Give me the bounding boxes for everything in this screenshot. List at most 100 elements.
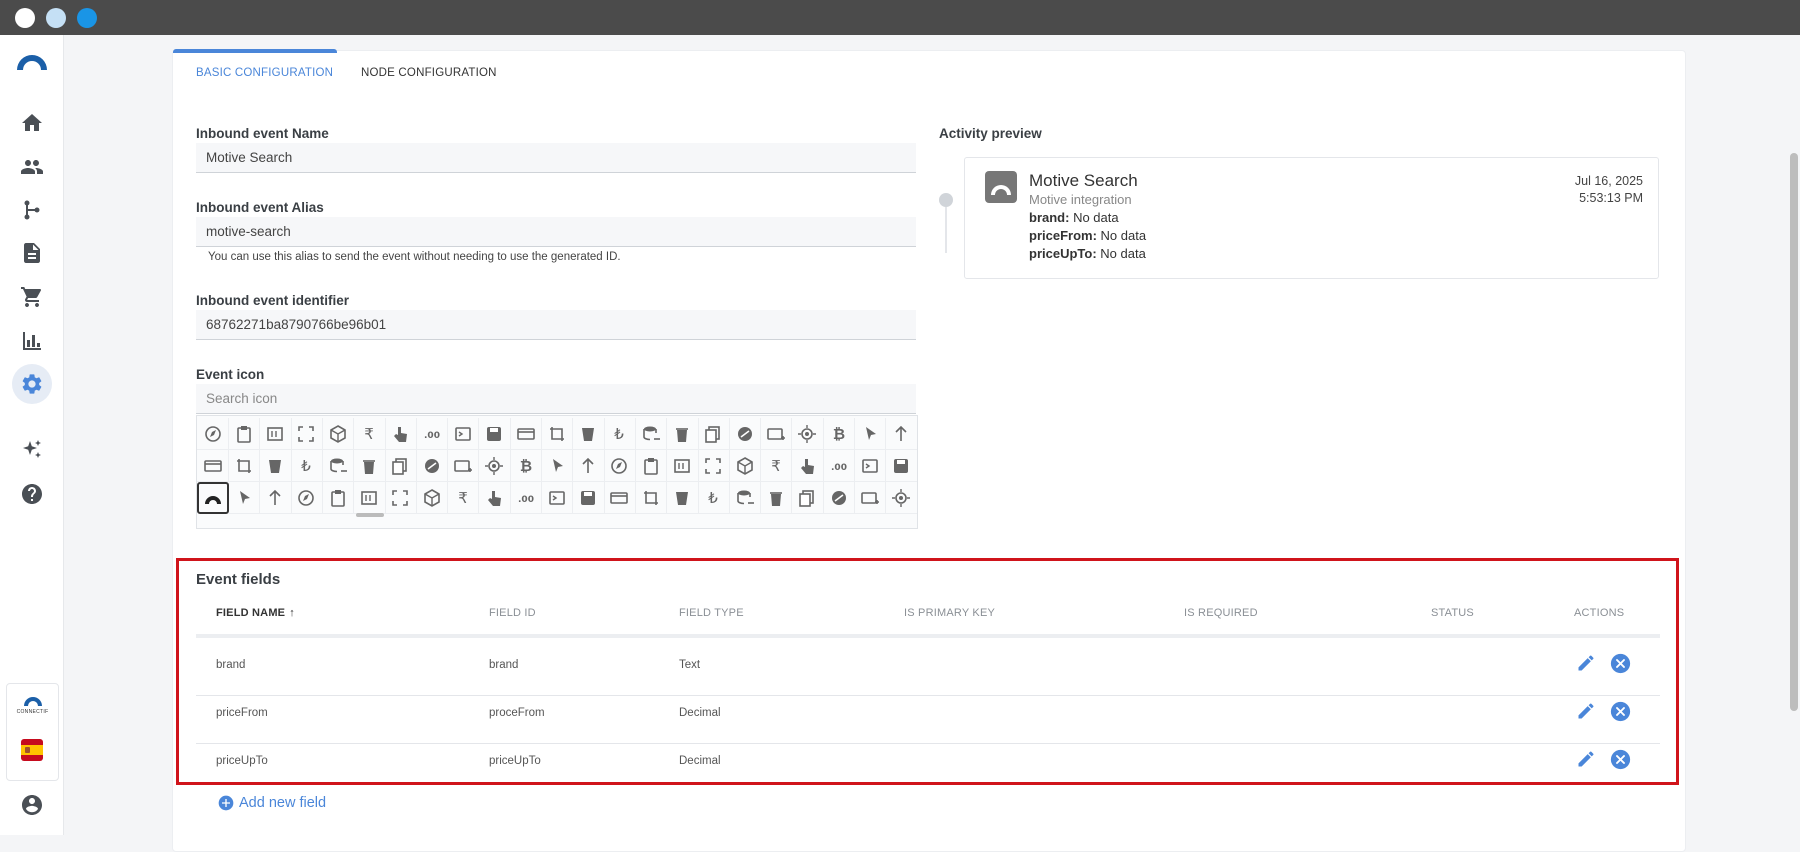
icon-option[interactable]: ₿ bbox=[510, 450, 542, 482]
icon-option[interactable] bbox=[322, 418, 355, 450]
event-name-input[interactable]: Motive Search bbox=[196, 143, 916, 173]
edit-field-icon[interactable] bbox=[1575, 652, 1597, 674]
icon-option[interactable]: ₺ bbox=[603, 418, 636, 450]
sparkle-icon[interactable] bbox=[17, 435, 47, 465]
icon-option[interactable] bbox=[572, 450, 605, 482]
brand-switcher[interactable]: CONNECTIF bbox=[6, 683, 59, 781]
icon-option[interactable] bbox=[478, 450, 511, 482]
icon-option[interactable] bbox=[572, 418, 605, 450]
edit-field-icon[interactable] bbox=[1575, 700, 1597, 722]
users-icon[interactable] bbox=[17, 152, 47, 182]
icon-option[interactable] bbox=[259, 450, 292, 482]
gear-icon[interactable] bbox=[12, 364, 52, 404]
tab-basic-configuration[interactable]: Basic configuration bbox=[196, 67, 333, 79]
event-identifier-input[interactable]: 68762271ba8790766be96b01 bbox=[196, 310, 916, 340]
cart-icon[interactable] bbox=[17, 282, 47, 312]
window-close-dot[interactable] bbox=[15, 8, 35, 28]
icon-option[interactable] bbox=[353, 482, 386, 514]
icon-option[interactable]: .00 bbox=[823, 450, 855, 482]
icon-option[interactable] bbox=[885, 418, 917, 450]
window-maximize-dot[interactable] bbox=[77, 8, 97, 28]
icon-option[interactable] bbox=[197, 450, 229, 482]
icon-option[interactable] bbox=[791, 450, 824, 482]
column-field-name[interactable]: Field name ↑ bbox=[216, 607, 295, 619]
icon-option[interactable] bbox=[885, 482, 917, 514]
icon-option[interactable] bbox=[510, 418, 542, 450]
column-is-primary-key[interactable]: Is primary key bbox=[904, 607, 995, 619]
icon-option[interactable] bbox=[666, 418, 699, 450]
icon-option[interactable]: ₺ bbox=[697, 482, 730, 514]
chart-icon[interactable] bbox=[17, 326, 47, 356]
grid-resize-handle[interactable] bbox=[356, 513, 384, 517]
icon-option[interactable] bbox=[854, 450, 887, 482]
icon-option[interactable] bbox=[666, 450, 699, 482]
icon-option[interactable] bbox=[541, 418, 574, 450]
icon-option[interactable] bbox=[478, 418, 511, 450]
event-alias-input[interactable]: motive-search bbox=[196, 217, 916, 247]
delete-field-icon[interactable] bbox=[1609, 748, 1631, 770]
icon-option[interactable] bbox=[697, 418, 730, 450]
icon-option[interactable] bbox=[791, 482, 824, 514]
icon-option[interactable] bbox=[760, 418, 793, 450]
delete-field-icon[interactable] bbox=[1609, 700, 1631, 722]
icon-option[interactable] bbox=[259, 418, 292, 450]
icon-option[interactable] bbox=[729, 418, 762, 450]
icon-option[interactable] bbox=[603, 450, 636, 482]
add-new-field-button[interactable]: Add new field bbox=[218, 795, 326, 811]
icon-option[interactable] bbox=[478, 482, 511, 514]
icon-option[interactable] bbox=[290, 418, 323, 450]
icon-option[interactable] bbox=[635, 450, 668, 482]
icon-option[interactable] bbox=[885, 450, 917, 482]
icon-option[interactable] bbox=[197, 418, 229, 450]
icon-option[interactable] bbox=[322, 482, 355, 514]
icon-option[interactable] bbox=[416, 450, 449, 482]
icon-option[interactable] bbox=[228, 482, 261, 514]
icon-option[interactable] bbox=[259, 482, 292, 514]
home-icon[interactable] bbox=[17, 108, 47, 138]
icon-option[interactable] bbox=[353, 450, 386, 482]
icon-option[interactable] bbox=[760, 482, 793, 514]
icon-option[interactable] bbox=[447, 418, 480, 450]
edit-field-icon[interactable] bbox=[1575, 748, 1597, 770]
icon-option[interactable]: ₹ bbox=[353, 418, 386, 450]
icon-option[interactable] bbox=[729, 482, 762, 514]
column-field-id[interactable]: Field ID bbox=[489, 607, 536, 619]
icon-search-input[interactable]: Search icon bbox=[196, 384, 916, 414]
help-icon[interactable] bbox=[17, 479, 47, 509]
icon-option[interactable]: .00 bbox=[416, 418, 449, 450]
icon-option[interactable] bbox=[572, 482, 605, 514]
icon-option[interactable] bbox=[603, 482, 636, 514]
icon-option[interactable] bbox=[666, 482, 699, 514]
icon-option[interactable] bbox=[823, 482, 855, 514]
spain-flag-icon[interactable] bbox=[21, 739, 43, 761]
icon-option[interactable] bbox=[635, 418, 668, 450]
icon-option[interactable] bbox=[416, 482, 449, 514]
window-minimize-dot[interactable] bbox=[46, 8, 66, 28]
page-scrollbar[interactable] bbox=[1788, 35, 1800, 835]
account-icon[interactable] bbox=[17, 790, 47, 820]
icon-option[interactable]: ₿ bbox=[823, 418, 855, 450]
column-field-type[interactable]: Field type bbox=[679, 607, 744, 619]
icon-option[interactable] bbox=[384, 482, 417, 514]
app-logo-icon[interactable] bbox=[15, 52, 49, 72]
icon-option[interactable] bbox=[322, 450, 355, 482]
icon-option[interactable] bbox=[791, 418, 824, 450]
icon-option[interactable]: ₺ bbox=[290, 450, 323, 482]
icon-option[interactable] bbox=[541, 482, 574, 514]
icon-option[interactable] bbox=[697, 450, 730, 482]
document-icon[interactable] bbox=[17, 238, 47, 268]
icon-option[interactable] bbox=[635, 482, 668, 514]
column-is-required[interactable]: Is required bbox=[1184, 607, 1258, 619]
icon-option[interactable] bbox=[290, 482, 323, 514]
icon-option[interactable]: ₹ bbox=[760, 450, 793, 482]
icon-option[interactable] bbox=[384, 418, 417, 450]
icon-option[interactable] bbox=[384, 450, 417, 482]
flow-icon[interactable] bbox=[17, 195, 47, 225]
icon-option[interactable] bbox=[541, 450, 574, 482]
delete-field-icon[interactable] bbox=[1609, 652, 1631, 674]
scrollbar-thumb[interactable] bbox=[1790, 153, 1798, 711]
icon-option[interactable] bbox=[729, 450, 762, 482]
icon-option[interactable]: .00 bbox=[510, 482, 542, 514]
selected-event-icon[interactable] bbox=[197, 482, 229, 514]
column-status[interactable]: Status bbox=[1431, 607, 1474, 619]
